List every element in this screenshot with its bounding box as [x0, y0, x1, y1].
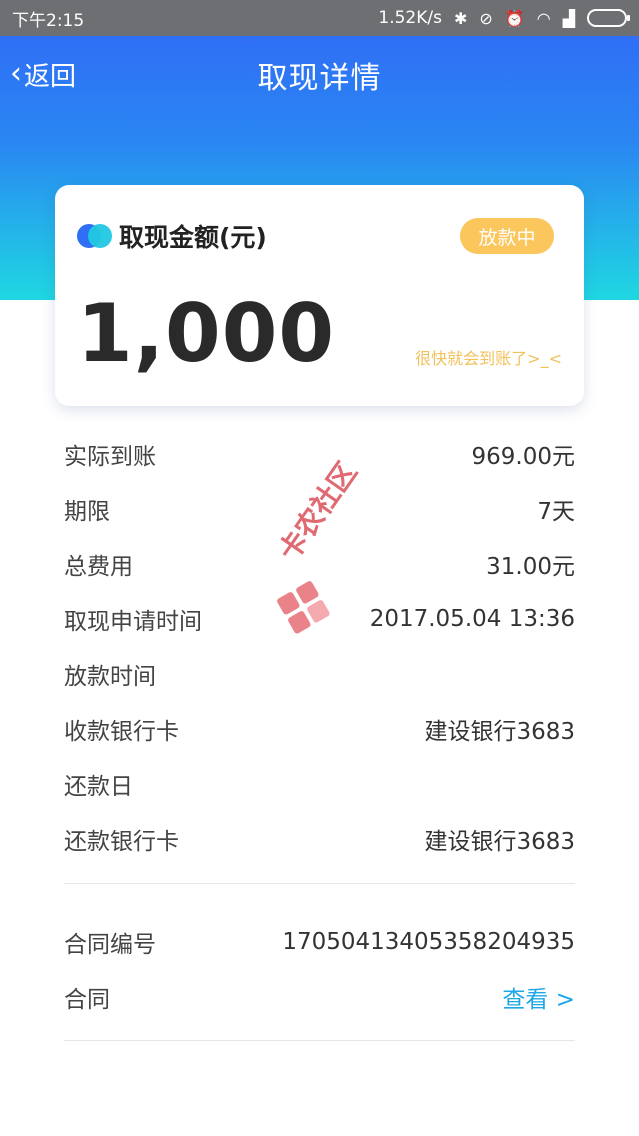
- detail-value: 2017.05.04 13:36: [369, 605, 575, 632]
- detail-label: 还款日: [64, 773, 133, 800]
- bluetooth-icon: ✱: [453, 8, 468, 28]
- back-label: 返回: [24, 62, 77, 92]
- detail-label: 实际到账: [64, 443, 156, 470]
- back-button[interactable]: ‹ 返回: [10, 56, 76, 93]
- circles-icon: [77, 223, 112, 249]
- contract-number-label: 合同编号: [64, 931, 156, 958]
- contract-number-value: 17050413405358204935: [282, 928, 575, 955]
- arrival-hint: 很快就会到账了>_<: [415, 349, 562, 368]
- detail-value: 建设银行3683: [424, 718, 575, 745]
- page-title: 取现详情: [257, 61, 382, 96]
- detail-value: 31.00元: [486, 553, 575, 580]
- card-header: 取现金额(元): [77, 218, 267, 254]
- detail-label: 取现申请时间: [64, 608, 202, 635]
- status-badge: 放款中: [460, 218, 554, 254]
- detail-row-receive-card: 收款银行卡 建设银行3683: [64, 701, 575, 756]
- detail-value: 969.00元: [471, 443, 575, 470]
- contract-number-row: 合同编号 17050413405358204935: [64, 914, 575, 969]
- detail-row-apply-time: 取现申请时间 2017.05.04 13:36: [64, 591, 575, 646]
- detail-value: 建设银行3683: [424, 828, 575, 855]
- nav-bar: ‹ 返回 取现详情: [0, 36, 639, 114]
- contract-list: 合同编号 17050413405358204935 合同 查看 >: [64, 914, 575, 1024]
- battery-icon: [587, 9, 630, 27]
- status-icons: 1.52K/s ✱ ⊘ ⏰ ◠ ▟: [378, 8, 630, 28]
- signal-icon: ▟: [562, 8, 575, 28]
- alarm-icon: ⏰: [504, 8, 525, 28]
- mute-icon: ⊘: [479, 8, 493, 28]
- detail-value: 7天: [537, 498, 575, 525]
- divider: [64, 1040, 575, 1041]
- divider: [64, 883, 575, 884]
- detail-label: 放款时间: [64, 663, 156, 690]
- network-speed: 1.52K/s: [378, 8, 442, 28]
- view-contract-link[interactable]: 查看 >: [502, 980, 575, 1014]
- status-bar: 下午2:15 1.52K/s ✱ ⊘ ⏰ ◠ ▟: [0, 0, 639, 36]
- amount-label: 取现金额(元): [119, 223, 267, 252]
- detail-label: 收款银行卡: [64, 718, 179, 745]
- detail-row-repay-date: 还款日: [64, 756, 575, 811]
- detail-row-fee: 总费用 31.00元: [64, 536, 575, 591]
- status-time: 下午2:15: [12, 10, 85, 31]
- detail-label: 还款银行卡: [64, 828, 179, 855]
- amount-card: 取现金额(元) 放款中 1,000 很快就会到账了>_<: [55, 185, 584, 406]
- detail-label: 期限: [64, 498, 110, 525]
- contract-label: 合同: [64, 986, 110, 1013]
- detail-row-loan-time: 放款时间: [64, 646, 575, 701]
- amount-value: 1,000: [77, 287, 336, 380]
- chevron-left-icon: ‹: [10, 56, 22, 91]
- wifi-icon: ◠: [536, 8, 551, 28]
- detail-row-repay-card: 还款银行卡 建设银行3683: [64, 811, 575, 866]
- detail-label: 总费用: [64, 553, 133, 580]
- contract-row: 合同 查看 >: [64, 969, 575, 1024]
